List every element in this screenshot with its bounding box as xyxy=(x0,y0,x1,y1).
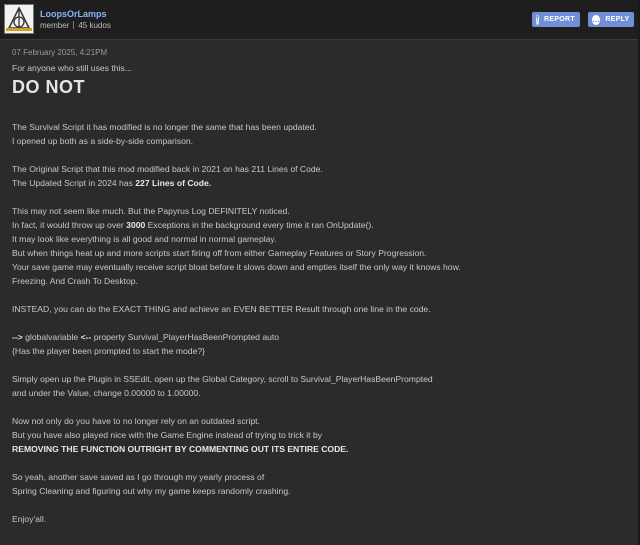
paragraph-line: Simply open up the Plugin in SSEdit, ope… xyxy=(12,374,433,384)
reply-label: REPLY xyxy=(605,16,630,23)
paragraph-line: Spring Cleaning and figuring out why my … xyxy=(12,486,291,496)
paragraph-line: Now not only do you have to no longer re… xyxy=(12,416,260,426)
paragraph-line: The Survival Script it has modified is n… xyxy=(12,122,317,132)
text-run: The Updated Script in 2024 has xyxy=(12,178,136,188)
arrow-right: <-- xyxy=(80,332,92,342)
paragraph-line: REMOVING THE FUNCTION OUTRIGHT BY COMMEN… xyxy=(12,442,348,456)
paragraph-line: But you have also played nice with the G… xyxy=(12,430,323,440)
reply-button[interactable]: … REPLY xyxy=(588,12,634,27)
report-label: REPORT xyxy=(544,16,575,23)
paragraph-line: But when things heat up and more scripts… xyxy=(12,248,427,258)
paragraph-line: In fact, it would throw up over 3000 Exc… xyxy=(12,218,374,232)
forum-post: LoopsOrLamps member 45 kudos ! REPORT … R… xyxy=(0,0,640,545)
text-run: property Survival_PlayerHasBeenPrompted … xyxy=(91,332,280,342)
post-intro: For anyone who still uses this... xyxy=(12,63,132,73)
bold-text: REMOVING THE FUNCTION OUTRIGHT BY COMMEN… xyxy=(12,444,349,454)
code-line: --> globalvariable <-- property Survival… xyxy=(12,330,279,344)
text-run: Exceptions in the background every time … xyxy=(145,220,374,230)
paragraph-line: Freezing. And Crash To Desktop. xyxy=(12,276,138,286)
post-heading: DO NOT xyxy=(12,77,85,97)
code-comment: {Has the player been prompted to start t… xyxy=(12,346,206,356)
user-kudos: 45 kudos xyxy=(78,21,111,30)
bold-text: 3000 xyxy=(126,220,146,230)
user-role: member xyxy=(40,21,70,30)
report-button[interactable]: ! REPORT xyxy=(532,12,580,27)
username[interactable]: LoopsOrLamps xyxy=(40,9,107,19)
speech-bubble-icon: … xyxy=(592,14,601,25)
paragraph-line: INSTEAD, you can do the EXACT THING and … xyxy=(12,304,431,314)
text-run: In fact, it would throw up over xyxy=(12,220,127,230)
paragraph-line: and under the Value, change 0.00000 to 1… xyxy=(12,388,201,398)
paragraph-line: It may look like everything is all good … xyxy=(12,234,277,244)
arrow-left: --> xyxy=(12,332,23,342)
paragraph-line: Enjoy'all. xyxy=(12,514,47,524)
user-avatar[interactable] xyxy=(4,4,34,34)
paragraph-line: This may not seem like much. But the Pap… xyxy=(12,206,290,216)
text-run: globalvariable xyxy=(22,332,81,342)
paragraph-line: I opened up both as a side-by-side compa… xyxy=(12,136,194,146)
bold-text: 227 Lines of Code. xyxy=(135,178,212,188)
user-meta: member 45 kudos xyxy=(40,21,111,30)
post-timestamp: 07 February 2025, 4:21PM xyxy=(12,48,108,57)
exclamation-icon: ! xyxy=(536,14,540,25)
deathly-hallows-icon xyxy=(6,6,32,31)
meta-divider xyxy=(73,21,75,29)
paragraph-line: The Updated Script in 2024 has 227 Lines… xyxy=(12,176,211,190)
post-header: LoopsOrLamps member 45 kudos ! REPORT … R… xyxy=(0,0,640,40)
paragraph-line: Your save game may eventually receive sc… xyxy=(12,262,461,272)
paragraph-line: The Original Script that this mod modifi… xyxy=(12,164,323,174)
paragraph-line: So yeah, another save saved as I go thro… xyxy=(12,472,265,482)
